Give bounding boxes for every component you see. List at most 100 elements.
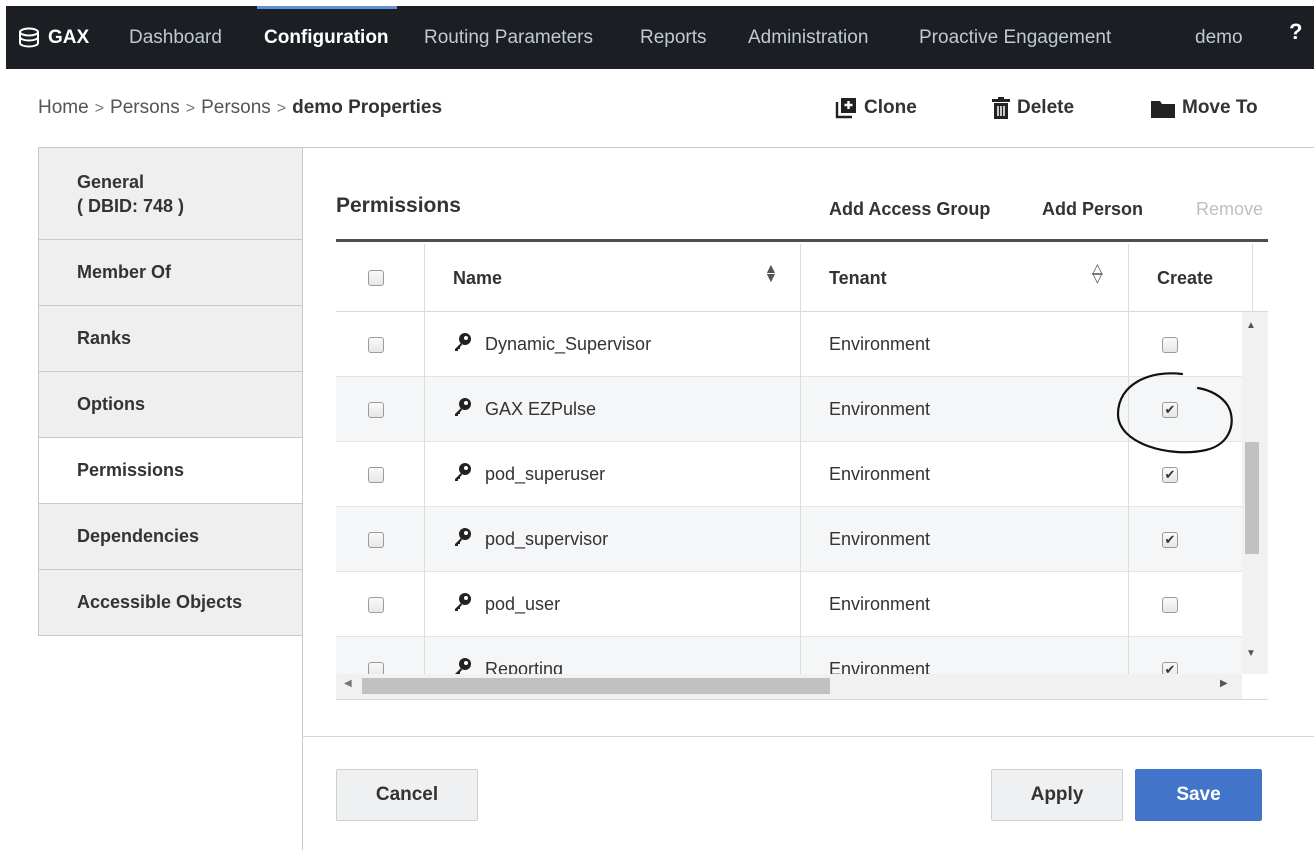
app-name: GAX	[48, 26, 90, 48]
scroll-right-icon[interactable]: ▶	[1220, 678, 1228, 689]
user-menu[interactable]: demo	[1195, 6, 1243, 69]
row-create-cell: ✔	[1162, 637, 1178, 674]
scroll-up-icon[interactable]: ▲	[1246, 320, 1256, 331]
panel-border-left	[302, 147, 303, 850]
row-name[interactable]: Dynamic_Supervisor	[485, 334, 651, 355]
row-tenant: Environment	[829, 529, 931, 549]
delete-button[interactable]: Delete	[992, 97, 1074, 119]
clone-label: Clone	[864, 97, 917, 118]
row-tenant: Environment	[829, 594, 931, 614]
section-title: Permissions	[336, 194, 461, 217]
clone-icon	[835, 98, 856, 119]
row-name-cell: pod_user	[453, 572, 560, 637]
row-select-checkbox[interactable]	[368, 661, 384, 674]
key-icon	[453, 332, 473, 357]
sidebar-item-accessible-objects[interactable]: Accessible Objects	[38, 570, 303, 636]
row-name[interactable]: Reporting	[485, 659, 563, 674]
row-tenant-cell: Environment	[829, 507, 930, 572]
row-select-cell	[368, 312, 384, 377]
create-permission-checkbox[interactable]	[1162, 336, 1178, 353]
scroll-left-icon[interactable]: ◀	[344, 678, 352, 689]
move-to-button[interactable]: Move To	[1151, 97, 1258, 119]
horizontal-scrollbar[interactable]: ◀ ▶	[336, 674, 1242, 699]
nav-routing-parameters[interactable]: Routing Parameters	[424, 6, 593, 69]
create-permission-checkbox[interactable]: ✔	[1162, 661, 1178, 674]
panel-border-top	[302, 147, 1314, 148]
row-name-cell: Dynamic_Supervisor	[453, 312, 651, 377]
row-select-checkbox[interactable]	[368, 531, 384, 548]
key-icon	[453, 527, 473, 552]
row-select-checkbox[interactable]	[368, 596, 384, 613]
help-icon[interactable]: ?	[1289, 6, 1302, 58]
breadcrumb-current: demo Properties	[292, 97, 443, 118]
row-name-cell: GAX EZPulse	[453, 377, 596, 442]
horizontal-scroll-thumb[interactable]	[362, 678, 830, 694]
column-divider	[424, 244, 425, 674]
table-row[interactable]: Dynamic_Supervisor Environment	[336, 312, 1242, 377]
move-to-label: Move To	[1182, 97, 1258, 118]
app-logo[interactable]: GAX	[18, 6, 89, 69]
breadcrumb-persons-folder[interactable]: Persons	[201, 97, 271, 118]
create-permission-checkbox[interactable]	[1162, 596, 1178, 613]
table-row[interactable]: pod_user Environment	[336, 572, 1242, 637]
breadcrumb-home[interactable]: Home	[38, 97, 89, 118]
row-tenant: Environment	[829, 399, 931, 419]
nav-administration[interactable]: Administration	[748, 6, 868, 69]
sidebar-item-general[interactable]: General ( DBID: 748 )	[38, 147, 303, 240]
table-row[interactable]: pod_supervisor Environment ✔	[336, 507, 1242, 572]
row-select-checkbox[interactable]	[368, 336, 384, 353]
row-name[interactable]: pod_user	[485, 594, 560, 615]
footer-divider	[302, 736, 1314, 737]
nav-configuration[interactable]: Configuration	[264, 6, 389, 69]
vertical-scroll-thumb[interactable]	[1245, 442, 1259, 554]
sidebar-item-options[interactable]: Options	[38, 372, 303, 438]
apply-button[interactable]: Apply	[991, 769, 1123, 821]
sort-icon[interactable]: ▲ ▼	[764, 261, 778, 284]
table-row[interactable]: Reporting Environment ✔	[336, 637, 1242, 674]
sidebar-item-dependencies[interactable]: Dependencies	[38, 504, 303, 570]
nav-reports[interactable]: Reports	[640, 6, 707, 69]
column-divider	[800, 244, 801, 674]
sidebar-item-permissions[interactable]: Permissions	[38, 438, 303, 504]
row-select-cell	[368, 572, 384, 637]
create-permission-checkbox[interactable]: ✔	[1162, 531, 1178, 548]
create-permission-checkbox[interactable]: ✔	[1162, 466, 1178, 483]
row-select-checkbox[interactable]	[368, 466, 384, 483]
row-name[interactable]: pod_superuser	[485, 464, 605, 485]
table-row[interactable]: pod_superuser Environment ✔	[336, 442, 1242, 507]
key-icon	[453, 592, 473, 617]
column-header-tenant[interactable]: Tenant	[829, 268, 887, 289]
clone-button[interactable]: Clone	[835, 97, 917, 119]
row-select-checkbox[interactable]	[368, 401, 384, 418]
scroll-down-icon[interactable]: ▼	[1246, 648, 1256, 659]
table-row[interactable]: GAX EZPulse Environment ✔	[336, 377, 1242, 442]
row-select-cell	[368, 507, 384, 572]
sort-icon[interactable]: △ ▽	[1092, 261, 1103, 284]
sidebar-item-ranks[interactable]: Ranks	[38, 306, 303, 372]
vertical-scrollbar[interactable]: ▲ ▼	[1242, 312, 1268, 674]
row-tenant-cell: Environment	[829, 377, 930, 442]
breadcrumb-persons[interactable]: Persons	[110, 97, 180, 118]
save-button[interactable]: Save	[1135, 769, 1262, 821]
cancel-button[interactable]: Cancel	[336, 769, 478, 821]
add-person-button[interactable]: Add Person	[1042, 199, 1143, 220]
row-name[interactable]: pod_supervisor	[485, 529, 608, 550]
nav-dashboard[interactable]: Dashboard	[129, 6, 222, 69]
remove-button[interactable]: Remove	[1196, 199, 1263, 220]
select-all-checkbox[interactable]	[368, 270, 384, 286]
sidebar-item-member-of[interactable]: Member Of	[38, 240, 303, 306]
column-header-name[interactable]: Name	[453, 268, 502, 289]
nav-proactive-engagement[interactable]: Proactive Engagement	[919, 6, 1111, 69]
row-select-cell	[368, 442, 384, 507]
sidebar-general-title: General	[77, 171, 145, 192]
folder-icon	[1151, 100, 1175, 118]
top-nav: GAX Dashboard Configuration Routing Para…	[6, 6, 1314, 69]
add-access-group-button[interactable]: Add Access Group	[829, 199, 990, 220]
database-stack-icon	[19, 27, 39, 48]
row-name[interactable]: GAX EZPulse	[485, 399, 596, 420]
column-header-create[interactable]: Create	[1157, 268, 1213, 289]
key-icon	[453, 657, 473, 674]
breadcrumb-separator: >	[276, 100, 287, 117]
row-name-cell: pod_superuser	[453, 442, 605, 507]
row-tenant-cell: Environment	[829, 637, 930, 674]
